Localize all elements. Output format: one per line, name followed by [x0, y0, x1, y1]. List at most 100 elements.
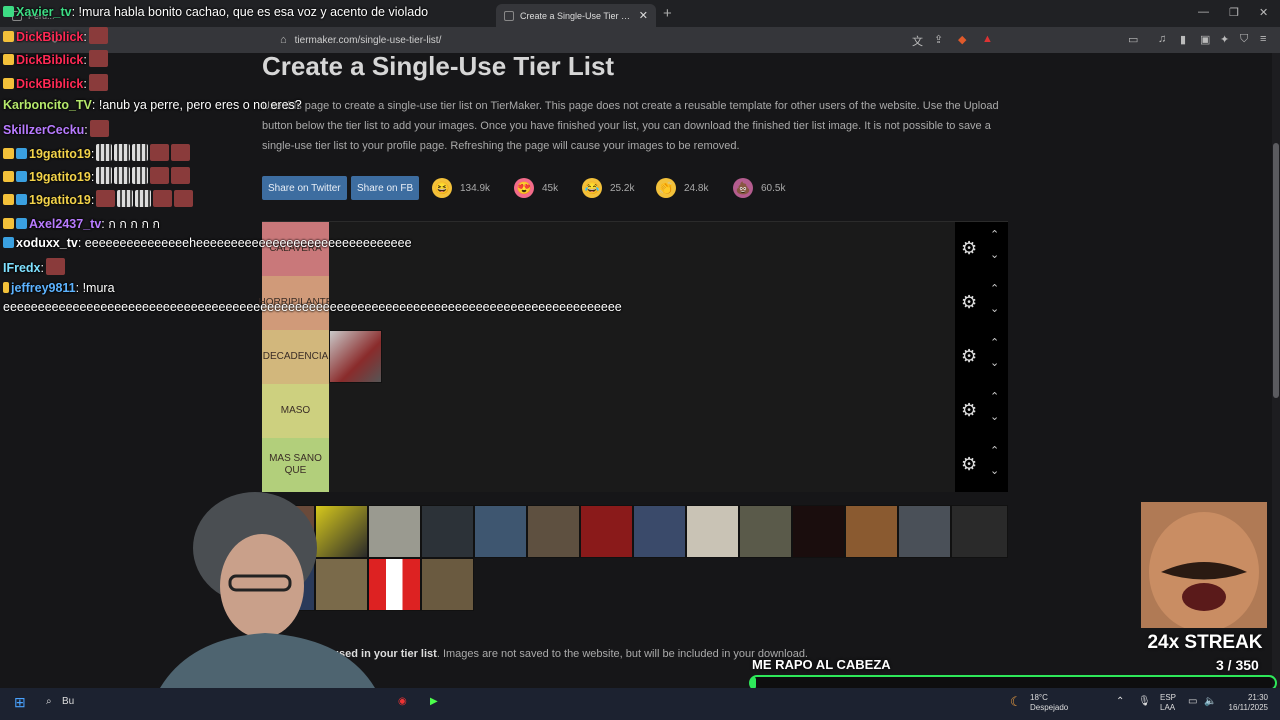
tier-controls: ⚙ ⌃ ⌄: [955, 384, 1008, 438]
badge-icon: [3, 171, 14, 182]
search-icon[interactable]: ⌕: [46, 696, 52, 707]
chat-text: :: [40, 261, 44, 275]
restore-icon[interactable]: ❐: [1229, 6, 1239, 19]
chat-text: : eeeeeeeeeeeeeeeheeeeeeeeeeeeeeeeeeeeee…: [77, 236, 412, 250]
screen: Perú... Create a Single-Use Tier List (P…: [0, 0, 1280, 720]
chevron-up-icon[interactable]: ⌃: [990, 282, 999, 295]
badge-icon: [3, 237, 14, 248]
translate-icon[interactable]: 文: [912, 33, 923, 49]
ai-icon[interactable]: ✦: [1220, 33, 1229, 46]
pool-image[interactable]: [845, 505, 898, 558]
chat-text: :: [90, 193, 95, 207]
chevron-down-icon[interactable]: ⌄: [990, 302, 999, 315]
pool-image[interactable]: [527, 505, 580, 558]
streamer-face: [220, 534, 304, 638]
volume-icon[interactable]: 🔈: [1204, 696, 1216, 707]
pool-image[interactable]: [421, 505, 474, 558]
tier-label[interactable]: MAS SANO QUE: [262, 438, 329, 492]
pool-image[interactable]: [580, 505, 633, 558]
badge-icon: [3, 148, 14, 159]
panel-icon[interactable]: ▮: [1180, 33, 1186, 46]
page-scrollbar[interactable]: [1272, 53, 1280, 688]
tier-items[interactable]: [329, 384, 955, 438]
tier-controls: ⚙ ⌃ ⌄: [955, 438, 1008, 492]
gear-icon[interactable]: ⚙: [961, 346, 977, 367]
clock[interactable]: 21:30 16/11/2025: [1228, 693, 1268, 713]
emote-icon: [114, 167, 131, 184]
wallet-icon[interactable]: ▣: [1200, 33, 1210, 46]
emote-icon: [89, 120, 109, 137]
chevron-down-icon[interactable]: ⌄: [990, 464, 999, 477]
gear-icon[interactable]: ⚙: [961, 292, 977, 313]
pool-image[interactable]: [792, 505, 845, 558]
microphone-icon[interactable]: 🎙: [1138, 696, 1151, 707]
gear-icon[interactable]: ⚙: [961, 454, 977, 475]
chat-text: :: [84, 123, 88, 137]
pool-image[interactable]: [421, 558, 474, 611]
sidebar-icon[interactable]: ▭: [1128, 33, 1138, 46]
chat-message-continued: eeeeeeeeeeeeeeeeeeeeeeeeeeeeeeeeeeeeeeee…: [3, 300, 622, 314]
chat-text: : !mura habla bonito cachao, que es esa …: [71, 5, 429, 19]
chevron-up-icon[interactable]: ⌃: [990, 336, 999, 349]
emote-icon: [96, 167, 113, 184]
weather-widget[interactable]: 18°C Despejado: [1030, 693, 1068, 713]
tier-item-image[interactable]: [329, 330, 382, 383]
taskbar-search[interactable]: Bu: [62, 696, 74, 707]
chevron-up-icon[interactable]: ⌃: [1116, 696, 1124, 707]
chevron-down-icon[interactable]: ⌄: [990, 410, 999, 423]
pool-image[interactable]: [898, 505, 951, 558]
network-icon[interactable]: ▭: [1188, 696, 1197, 707]
chevron-up-icon[interactable]: ⌃: [990, 444, 999, 457]
chevron-down-icon[interactable]: ⌄: [990, 356, 999, 369]
badge-icon: [16, 148, 27, 159]
chat-username: 19gatito19: [29, 193, 91, 207]
emote-icon: [171, 167, 191, 184]
minimize-icon[interactable]: —: [1198, 6, 1209, 18]
pool-image[interactable]: [951, 505, 1008, 558]
rewards-icon[interactable]: ▲: [982, 33, 993, 45]
pool-image[interactable]: [474, 505, 527, 558]
menu-icon[interactable]: ≡: [1260, 33, 1266, 45]
app-icon[interactable]: ▶: [430, 696, 438, 707]
badge-icon: [3, 218, 14, 229]
pool-image[interactable]: [686, 505, 739, 558]
vpn-icon[interactable]: ⛉: [1240, 33, 1248, 46]
emote-icon: [174, 190, 194, 207]
tier-items[interactable]: [329, 438, 955, 492]
tier-controls: ⚙ ⌃ ⌄: [955, 330, 1008, 384]
brave-shield-icon[interactable]: ◆: [958, 33, 966, 46]
tier-label[interactable]: MASO: [262, 384, 329, 438]
reaction-poop[interactable]: 💩 60.5k: [733, 176, 785, 200]
windows-start-icon[interactable]: ⊞: [14, 694, 26, 711]
chat-message: Karboncito_TV: !anub ya perre, pero eres…: [3, 98, 302, 112]
emote-icon: [96, 144, 113, 161]
reaction-count: 24.8k: [684, 182, 709, 194]
app-icon[interactable]: ◉: [398, 696, 407, 707]
music-icon[interactable]: ♫: [1158, 33, 1166, 45]
new-tab-button[interactable]: +: [663, 5, 672, 22]
weather-icon[interactable]: ☾: [1010, 694, 1022, 710]
tier-items[interactable]: [329, 330, 955, 384]
reaction-clapping[interactable]: 👏 24.8k: [656, 176, 708, 200]
reaction-tears-of-joy[interactable]: 😂 25.2k: [582, 176, 634, 200]
emote-icon: [88, 27, 108, 44]
tier-row: MASO ⚙ ⌃ ⌄: [262, 384, 1008, 438]
tier-label[interactable]: DECADENCIA: [262, 330, 329, 384]
close-window-icon[interactable]: ✕: [1259, 6, 1268, 19]
emote-icon: [88, 74, 108, 91]
webcam-feed: [160, 492, 375, 688]
share-icon[interactable]: ⇪: [934, 33, 943, 46]
close-tab-icon[interactable]: ✕: [639, 9, 648, 22]
emote-icon: [96, 190, 116, 207]
chevron-down-icon[interactable]: ⌄: [990, 248, 999, 261]
gear-icon[interactable]: ⚙: [961, 238, 977, 259]
pool-image[interactable]: [633, 505, 686, 558]
scroll-thumb[interactable]: [1273, 143, 1279, 398]
chevron-up-icon[interactable]: ⌃: [990, 228, 999, 241]
pool-image[interactable]: [739, 505, 792, 558]
language-indicator[interactable]: ESP LAA: [1160, 693, 1176, 713]
gear-icon[interactable]: ⚙: [961, 400, 977, 421]
poop-emoji-icon: 💩: [733, 178, 753, 198]
badge-icon: [3, 282, 9, 293]
chevron-up-icon[interactable]: ⌃: [990, 390, 999, 403]
